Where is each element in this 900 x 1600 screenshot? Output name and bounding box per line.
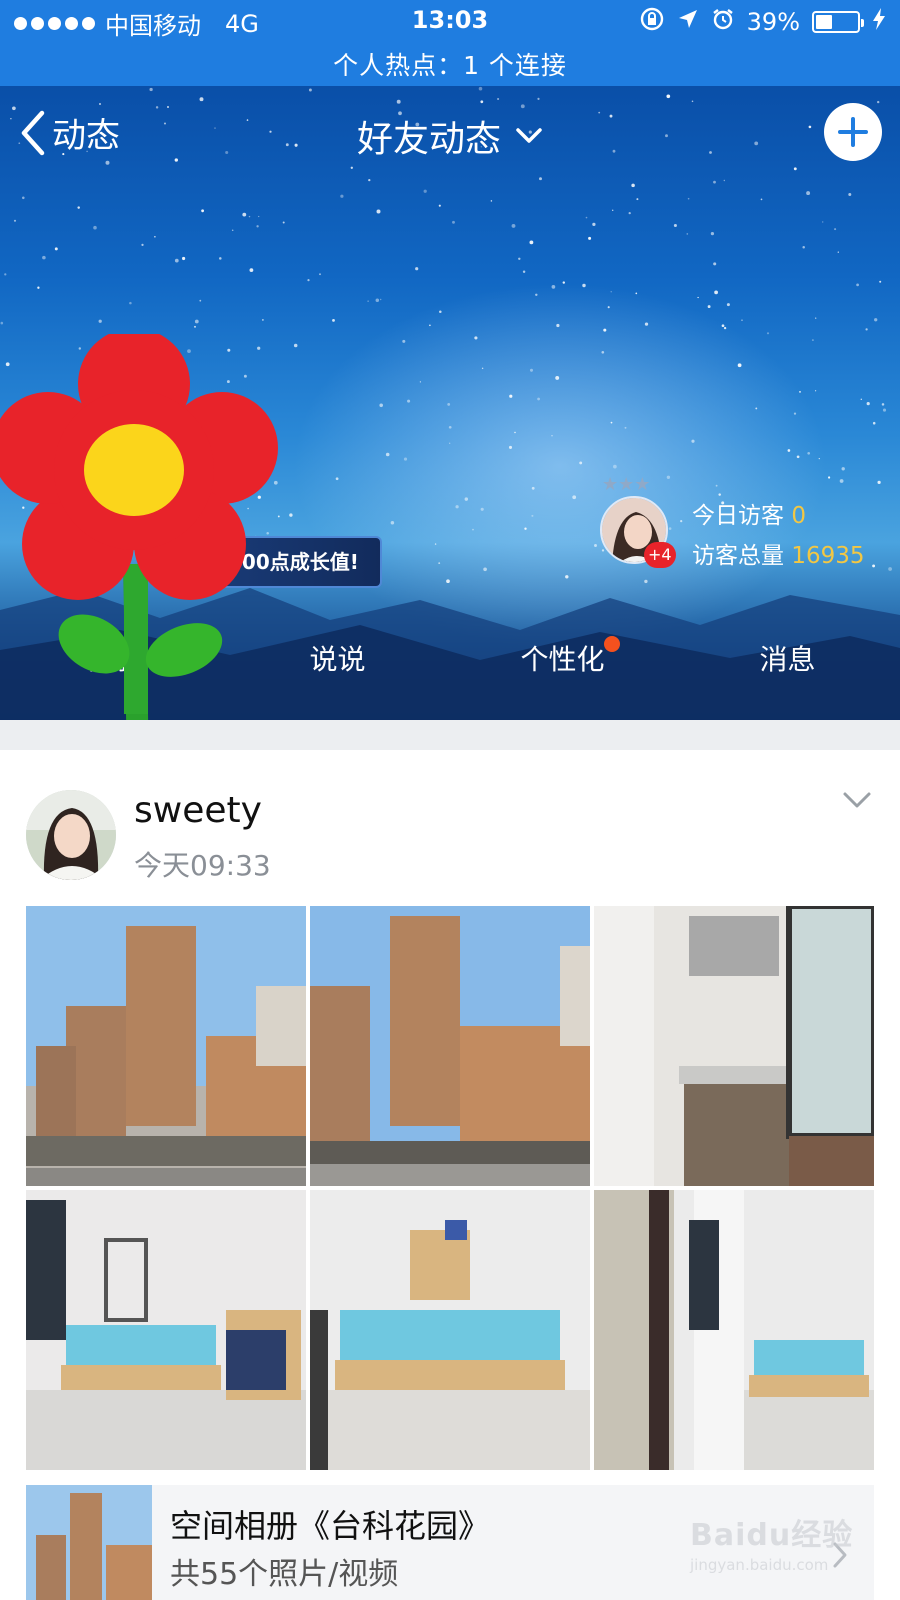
tab-personalize-label: 个性化 bbox=[520, 643, 605, 676]
tab-shuoshuo-label: 说说 bbox=[309, 643, 366, 676]
photo-thumbnail[interactable] bbox=[310, 1190, 590, 1470]
status-bar: 中国移动 4G 13:03 39% 个人热点：1 个连接 bbox=[0, 0, 900, 86]
feed-filter-dropdown[interactable]: 好友动态 bbox=[357, 110, 543, 162]
baidu-watermark: Baidu经验 jingyan.baidu.com bbox=[690, 1510, 870, 1580]
hotspot-banner[interactable]: 个人热点：1 个连接 bbox=[0, 46, 900, 82]
charging-icon bbox=[872, 7, 886, 37]
rotation-lock-icon bbox=[639, 6, 665, 38]
album-thumbnail bbox=[26, 1485, 152, 1600]
album-subtitle: 共55个照片/视频 bbox=[170, 1557, 399, 1592]
battery-icon bbox=[812, 11, 864, 33]
visitor-count-badge: +4 bbox=[644, 542, 676, 568]
today-visitors-count: 0 bbox=[791, 503, 806, 529]
status-right: 39% bbox=[639, 6, 886, 38]
level-stars-icon: ★★★ bbox=[602, 474, 651, 495]
section-divider bbox=[0, 720, 900, 750]
total-visitors-label: 访客总量 bbox=[692, 543, 784, 569]
post-time: 今天09:33 bbox=[134, 849, 271, 882]
title-bar: 好友动态 bbox=[0, 110, 900, 162]
page-title: 好友动态 bbox=[356, 119, 501, 160]
alarm-icon bbox=[711, 7, 735, 37]
flower-sticker bbox=[0, 334, 278, 734]
notification-dot bbox=[604, 636, 620, 652]
post-options-button[interactable] bbox=[842, 790, 872, 814]
photo-thumbnail[interactable] bbox=[26, 1190, 306, 1470]
photo-thumbnail[interactable] bbox=[594, 1190, 874, 1470]
photo-thumbnail[interactable] bbox=[594, 906, 874, 1186]
photo-thumbnail[interactable] bbox=[26, 906, 306, 1186]
today-visitors-label: 今日访客 bbox=[692, 503, 784, 529]
author-avatar[interactable] bbox=[26, 790, 116, 880]
visitor-stats: 今日访客 0 访客总量 16935 bbox=[692, 496, 900, 576]
watermark-main: Baidu经验 bbox=[690, 1518, 854, 1553]
photo-thumbnail[interactable] bbox=[310, 906, 590, 1186]
plus-icon bbox=[838, 117, 868, 147]
add-button[interactable] bbox=[824, 103, 882, 161]
chevron-down-icon bbox=[843, 792, 871, 808]
location-icon bbox=[677, 8, 699, 36]
photo-grid bbox=[26, 906, 874, 1470]
album-title: 空间相册《台科花园》 bbox=[170, 1507, 491, 1545]
watermark-sub: jingyan.baidu.com bbox=[690, 1556, 829, 1574]
chevron-down-icon bbox=[516, 128, 542, 143]
tab-messages-label: 消息 bbox=[759, 643, 816, 676]
feed-post: sweety 今天09:33 空间相册《台科花园》 共55个照片/视频 bbox=[0, 750, 900, 1600]
screen: 中国移动 4G 13:03 39% 个人热点：1 个连接 动态 好友动态 000… bbox=[0, 0, 900, 1600]
battery-percent: 39% bbox=[746, 8, 800, 36]
tab-messages[interactable]: 消息 bbox=[675, 630, 900, 690]
author-name[interactable]: sweety bbox=[134, 790, 262, 831]
total-visitors-row: 访客总量 16935 bbox=[692, 536, 900, 576]
status-row: 中国移动 4G 13:03 39% bbox=[0, 6, 900, 40]
today-visitors-row: 今日访客 0 bbox=[692, 496, 900, 536]
tab-personalize[interactable]: 个性化 bbox=[450, 630, 675, 690]
total-visitors-count: 16935 bbox=[791, 543, 865, 569]
battery-fill bbox=[816, 15, 832, 29]
